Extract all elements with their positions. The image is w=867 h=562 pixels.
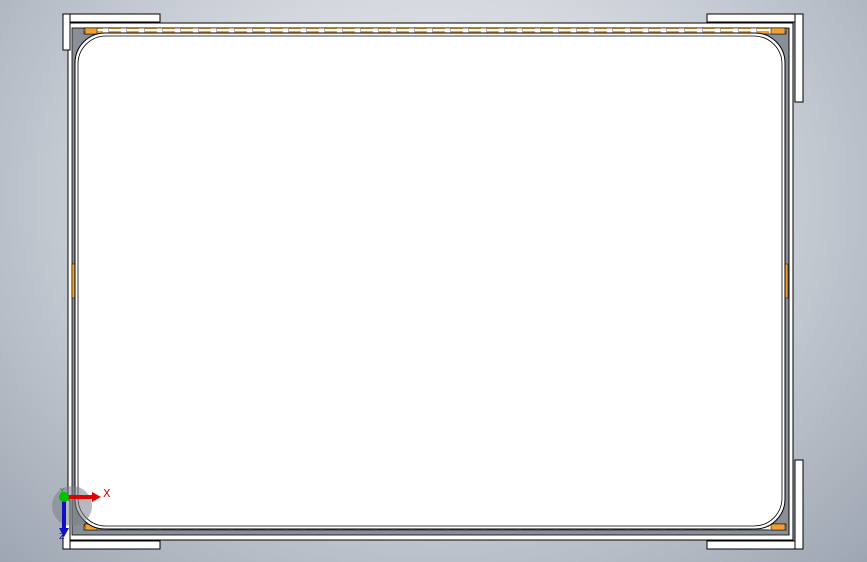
main-panel-face (77, 35, 783, 527)
graphics-viewport[interactable]: X Y Z (0, 0, 867, 562)
bracket-top-right (706, 13, 804, 23)
corner-block-br (770, 523, 786, 531)
bracket-top-left-leg (62, 13, 71, 51)
bracket-bottom-left (62, 540, 161, 550)
bracket-top-right-leg (794, 13, 804, 103)
corner-block-tr (770, 27, 786, 35)
corner-block-tl (84, 27, 98, 35)
x-axis-label: X (103, 487, 111, 500)
part-drawing (52, 13, 804, 550)
bracket-bottom-right-leg (794, 459, 804, 550)
y-axis-label: Y (60, 487, 65, 495)
triad-shadow (52, 486, 92, 526)
bracket-bottom-right (706, 540, 804, 550)
bracket-top-left (62, 13, 161, 23)
z-axis-label: Z (59, 532, 65, 541)
